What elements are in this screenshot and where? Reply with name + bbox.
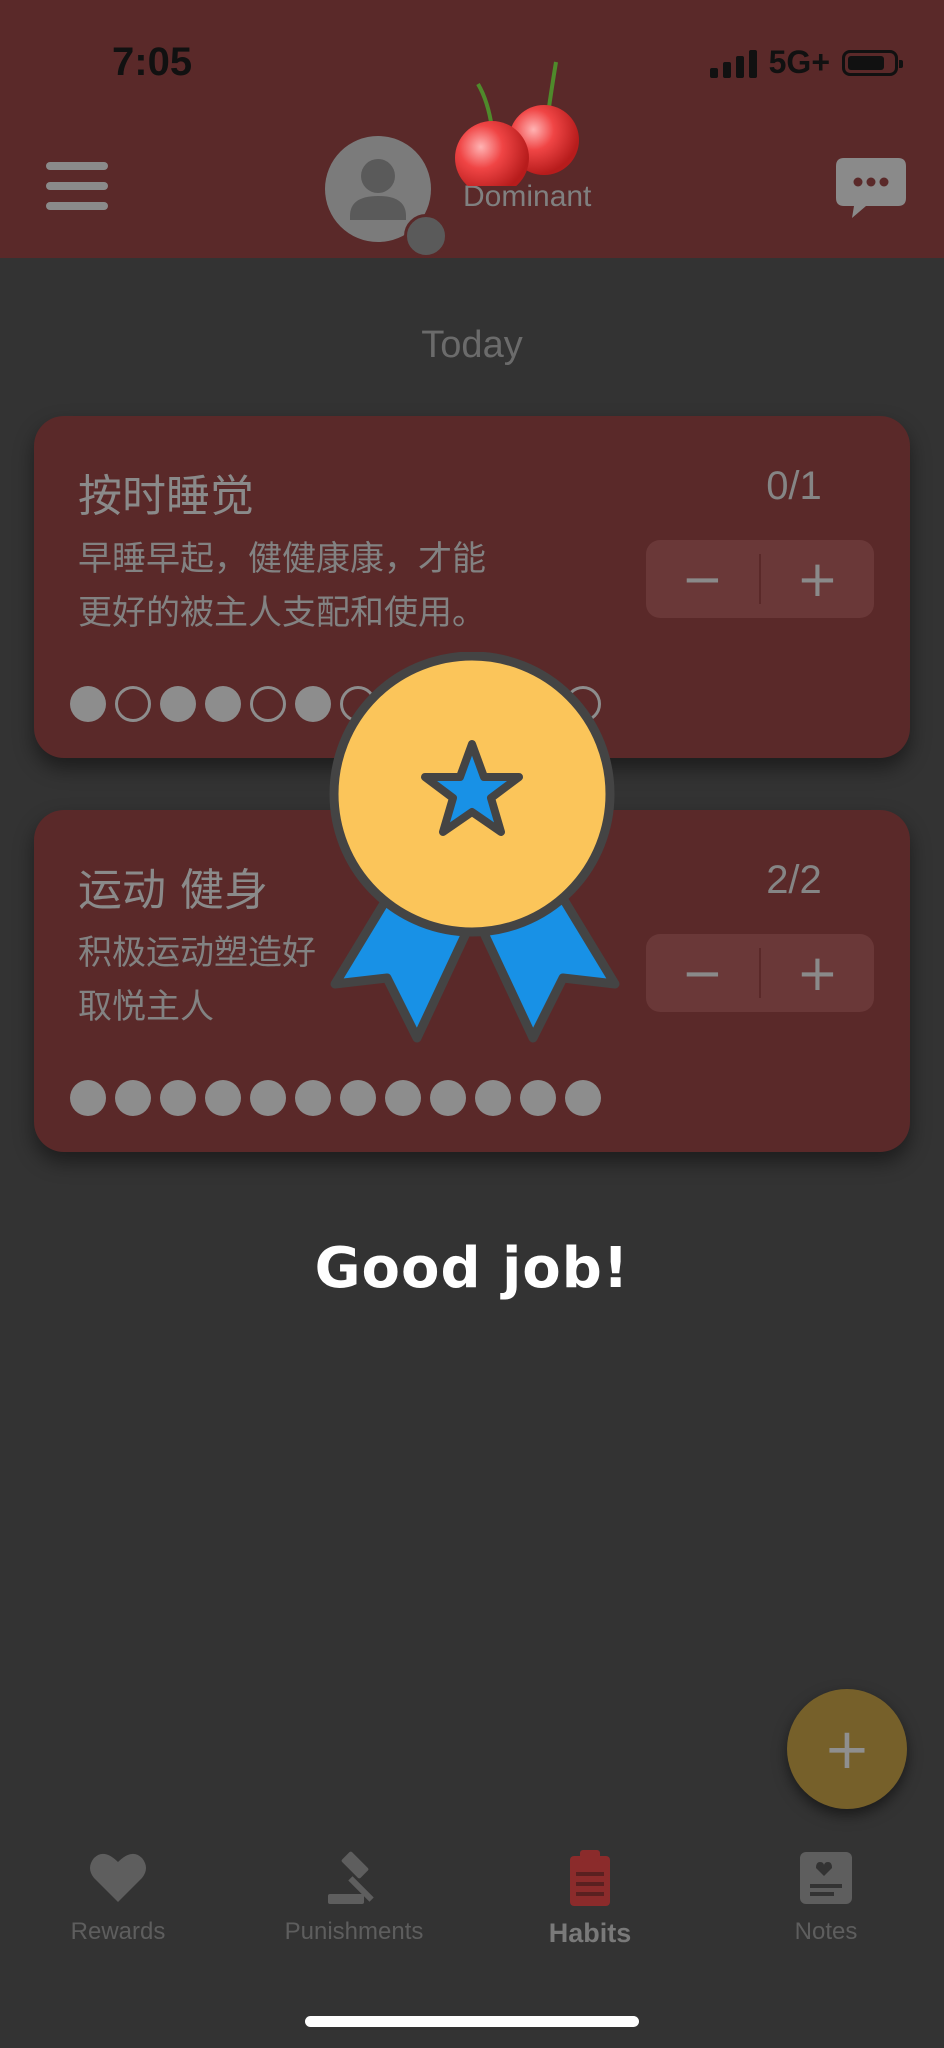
- history-dot-complete: [565, 1080, 601, 1116]
- chat-icon[interactable]: [834, 156, 908, 222]
- heart-icon: [90, 1853, 146, 1902]
- home-indicator: [305, 2016, 639, 2027]
- cherry-icon: [455, 61, 579, 186]
- history-dot-complete: [475, 1080, 511, 1116]
- habit-progress: 0/1: [766, 464, 822, 508]
- history-dot-missed: [250, 686, 286, 722]
- nav-punishments[interactable]: Punishments: [236, 1848, 472, 1968]
- congrats-message: Good job!: [314, 1236, 630, 1301]
- history-dot-complete: [430, 1080, 466, 1116]
- history-dot-complete: [340, 1080, 376, 1116]
- hamburger-menu-icon[interactable]: [46, 162, 108, 210]
- habit-stepper: − +: [646, 934, 874, 1012]
- note-icon: [800, 1852, 852, 1904]
- gavel-icon: [328, 1851, 374, 1904]
- habit-description-line: 更好的被主人支配和使用。: [78, 593, 486, 633]
- decrement-button[interactable]: −: [646, 540, 759, 618]
- nav-label: Habits: [548, 1918, 632, 1948]
- status-dot: [404, 214, 448, 258]
- history-dot-complete: [70, 686, 106, 722]
- nav-habits[interactable]: Habits: [472, 1848, 708, 1968]
- habit-history: [70, 1080, 601, 1116]
- clipboard-icon: [570, 1850, 610, 1906]
- history-dot-complete: [295, 1080, 331, 1116]
- history-dot-complete: [115, 1080, 151, 1116]
- medal-icon: [329, 652, 620, 1043]
- nav-label: Rewards: [70, 1918, 166, 1945]
- network-type: 5G+: [768, 44, 830, 80]
- nav-label: Notes: [794, 1918, 858, 1945]
- history-dot-complete: [520, 1080, 556, 1116]
- status-indicators: 5G+: [709, 44, 903, 81]
- top-header: 7:05 5G+ Dominant: [0, 0, 944, 258]
- habit-progress: 2/2: [766, 858, 822, 902]
- decrement-button[interactable]: −: [646, 934, 759, 1012]
- history-dot-complete: [250, 1080, 286, 1116]
- signal-icon: [709, 48, 757, 78]
- increment-button[interactable]: +: [761, 934, 874, 1012]
- nav-notes[interactable]: Notes: [708, 1848, 944, 1968]
- battery-icon: [842, 49, 903, 76]
- history-dot-complete: [160, 1080, 196, 1116]
- history-dot-complete: [70, 1080, 106, 1116]
- habit-stepper: − +: [646, 540, 874, 618]
- history-dot-complete: [205, 1080, 241, 1116]
- habit-description-line: 早睡早起，健健康康，才能: [78, 539, 486, 579]
- nav-rewards[interactable]: Rewards: [0, 1848, 236, 1968]
- habit-title: 运动 健身: [78, 865, 268, 916]
- status-time: 7:05: [112, 40, 193, 84]
- add-habit-button[interactable]: +: [787, 1689, 907, 1809]
- habit-title: 按时睡觉: [78, 471, 254, 522]
- history-dot-complete: [160, 686, 196, 722]
- section-title: Today: [421, 324, 523, 366]
- history-dot-complete: [205, 686, 241, 722]
- bottom-nav: Rewards Punishments Habits Notes: [0, 1848, 944, 1968]
- increment-button[interactable]: +: [761, 540, 874, 618]
- history-dot-missed: [115, 686, 151, 722]
- nav-label: Punishments: [284, 1918, 424, 1945]
- habit-description: 早睡早起，健健康康，才能 更好的被主人支配和使用。: [78, 532, 598, 640]
- history-dot-complete: [385, 1080, 421, 1116]
